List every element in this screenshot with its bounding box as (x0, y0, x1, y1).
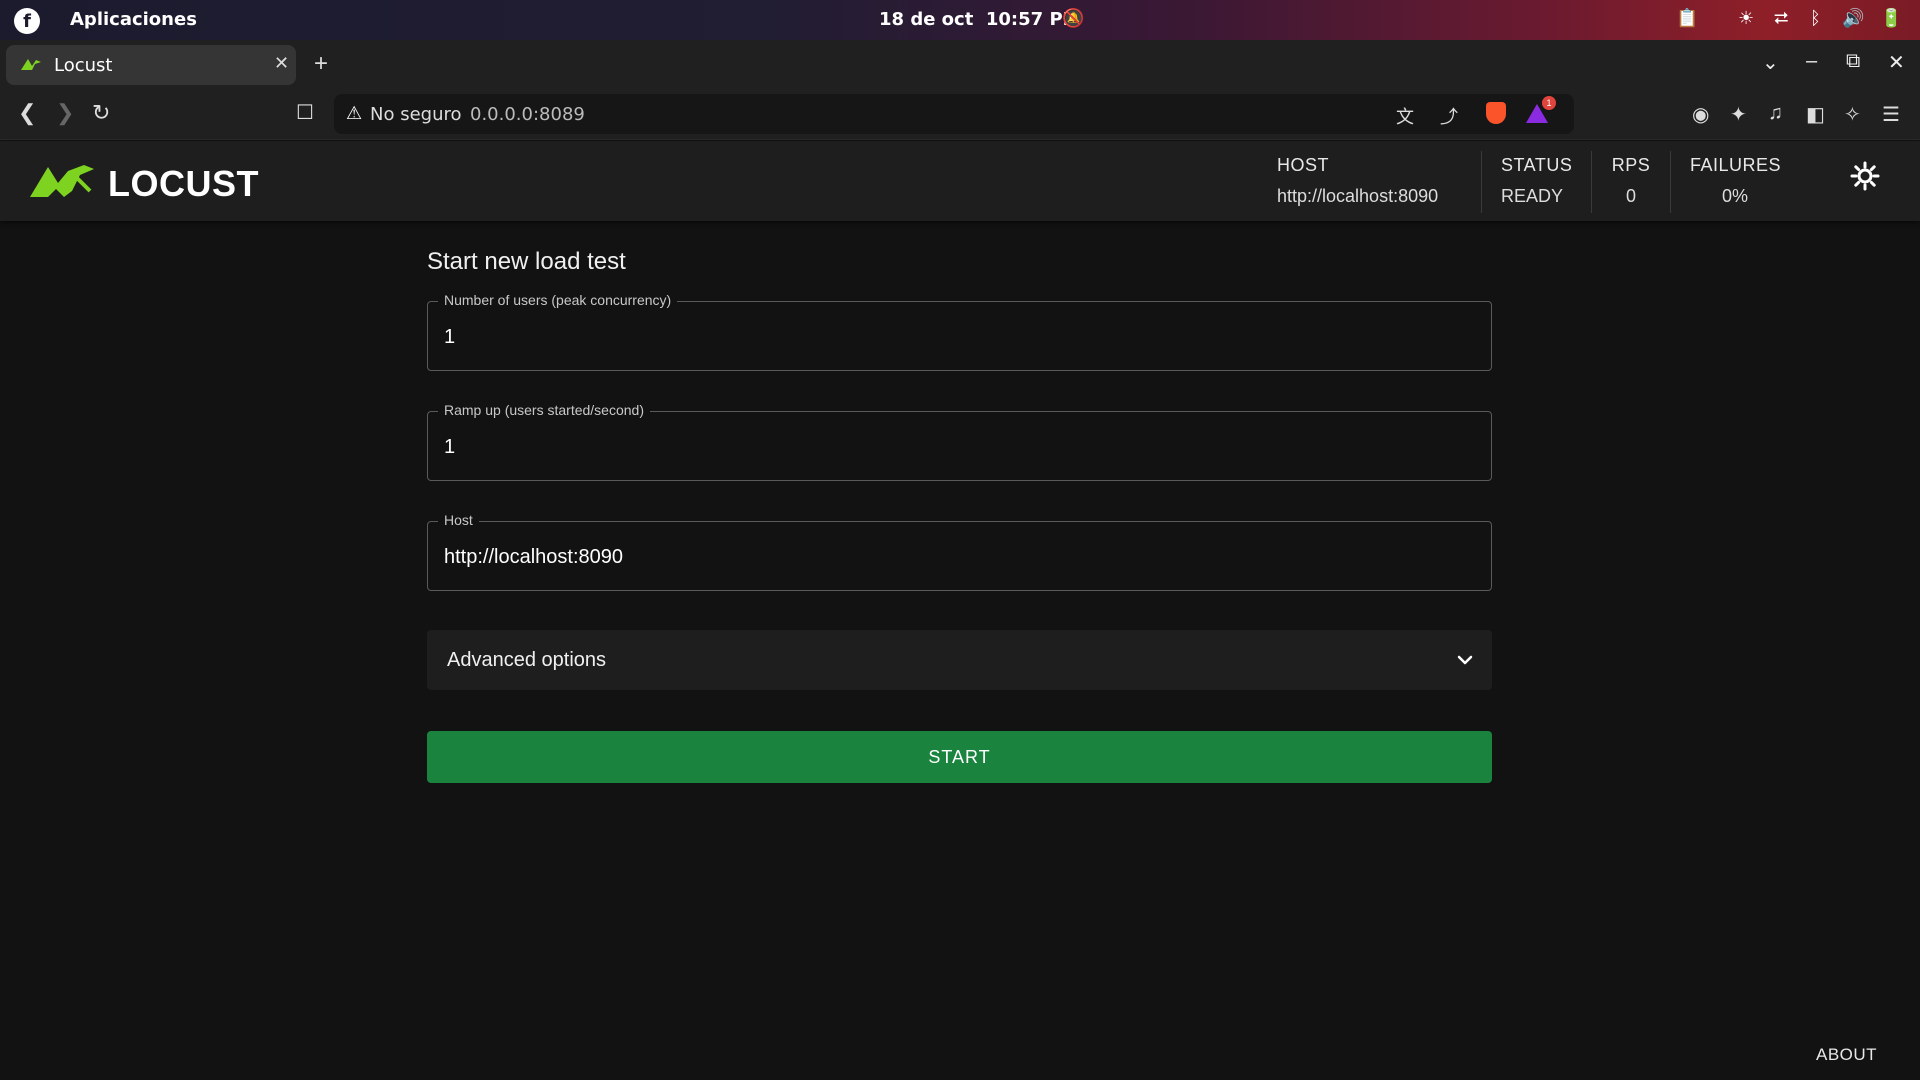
logo-text: LOCUST (108, 163, 259, 204)
brightness-icon[interactable]: ☀ (1738, 8, 1754, 29)
rps-stat-value: 0 (1625, 186, 1636, 206)
url-text[interactable]: 0.0.0.0:8089 (470, 104, 585, 125)
about-link[interactable]: ABOUT (1816, 1045, 1877, 1065)
close-window-button[interactable]: ✕ (1888, 50, 1905, 75)
network-icon[interactable]: ⮂ (1774, 8, 1788, 29)
host-stat-value: http://localhost:8090 (1277, 186, 1439, 206)
forward-arrow-icon[interactable]: ❯ (56, 100, 74, 126)
stat-divider (1670, 151, 1671, 213)
host-stat: HOST http://localhost:8090 (1277, 155, 1438, 207)
bluetooth-icon[interactable]: ᛒ (1810, 8, 1821, 29)
vpn-icon[interactable]: ◉ (1692, 102, 1709, 127)
failures-stat: FAILURES 0% (1690, 155, 1782, 207)
status-stat-label: STATUS (1501, 155, 1573, 175)
battery-icon[interactable]: 🔋 (1880, 8, 1902, 29)
share-icon[interactable]: ⤴ (1440, 103, 1458, 129)
locust-app-header: LOCUST HOST http://localhost:8090 STATUS… (0, 141, 1920, 221)
status-stat: STATUS READY (1501, 155, 1572, 207)
sidebar-icon[interactable]: ◧ (1806, 102, 1825, 127)
failures-stat-value: 0% (1721, 186, 1748, 206)
users-input[interactable] (444, 322, 1474, 352)
chevron-down-icon (1457, 655, 1473, 665)
system-top-bar: f Aplicaciones 18 de oct 10:57 PM 🔕 📋 ☀ … (0, 0, 1920, 40)
clipboard-icon[interactable]: 📋 (1676, 8, 1698, 29)
bookmark-icon[interactable]: ☐ (296, 100, 314, 125)
system-clock[interactable]: 18 de oct 10:57 PM (879, 9, 1081, 30)
host-field[interactable]: Host (427, 512, 1492, 591)
extensions-icon[interactable]: ✦ (1730, 102, 1747, 127)
leo-ai-icon[interactable]: ✧ (1844, 102, 1861, 127)
new-tab-button[interactable]: + (314, 50, 328, 78)
ramp-up-field-label: Ramp up (users started/second) (438, 402, 650, 418)
rewards-badge: 1 (1542, 96, 1556, 110)
tab-close-icon[interactable]: ✕ (274, 53, 289, 74)
date-text: 18 de oct (879, 9, 974, 30)
translate-icon[interactable]: 文 (1396, 103, 1414, 129)
advanced-options-accordion[interactable]: Advanced options (427, 630, 1492, 690)
locust-logo-icon (30, 165, 94, 197)
tab-search-chevron-icon[interactable]: ⌄ (1762, 50, 1779, 75)
advanced-options-label: Advanced options (447, 649, 607, 671)
minimize-window-button[interactable]: – (1806, 50, 1817, 73)
back-arrow-icon[interactable]: ❮ (18, 100, 36, 126)
host-field-label: Host (438, 512, 479, 528)
volume-icon[interactable]: 🔊 (1842, 8, 1864, 29)
locust-favicon-icon (21, 59, 41, 70)
start-button[interactable]: START (427, 731, 1492, 783)
stat-divider (1481, 151, 1482, 213)
fedora-logo-icon[interactable]: f (14, 8, 40, 34)
restore-window-button[interactable]: ⧉ (1846, 50, 1860, 73)
status-stat-value: READY (1501, 186, 1564, 206)
host-input[interactable] (444, 542, 1474, 572)
form-title: Start new load test (427, 248, 626, 275)
notifications-muted-icon: 🔕 (1062, 8, 1085, 29)
browser-toolbar: ❮ ❯ ↻ ☐ ⚠ No seguro 0.0.0.0:8089 文 ⤴ 1 ◉… (0, 90, 1920, 140)
warning-icon: ⚠ (346, 103, 363, 123)
address-bar[interactable]: ⚠ No seguro 0.0.0.0:8089 文 ⤴ 1 (334, 94, 1574, 134)
users-field-label: Number of users (peak concurrency) (438, 292, 678, 308)
ramp-up-input[interactable] (444, 432, 1474, 462)
applications-menu[interactable]: Aplicaciones (70, 9, 197, 30)
brave-shields-icon[interactable] (1486, 102, 1506, 124)
users-field[interactable]: Number of users (peak concurrency) (427, 292, 1492, 371)
failures-stat-label: FAILURES (1690, 155, 1782, 175)
rps-stat-label: RPS (1611, 155, 1651, 175)
tab-title: Locust (54, 55, 113, 76)
theme-toggle-sun-icon[interactable] (1850, 161, 1880, 191)
rps-stat: RPS 0 (1611, 155, 1651, 207)
stat-divider (1591, 151, 1592, 213)
ramp-up-field[interactable]: Ramp up (users started/second) (427, 402, 1492, 481)
security-label[interactable]: No seguro (370, 104, 462, 125)
host-stat-label: HOST (1277, 155, 1330, 175)
menu-icon[interactable]: ☰ (1882, 102, 1900, 127)
reload-icon[interactable]: ↻ (92, 100, 110, 126)
media-icon[interactable]: ♫ (1768, 102, 1783, 125)
browser-tab-strip: Locust ✕ (0, 40, 1920, 90)
browser-tab-locust[interactable]: Locust ✕ (6, 45, 296, 85)
